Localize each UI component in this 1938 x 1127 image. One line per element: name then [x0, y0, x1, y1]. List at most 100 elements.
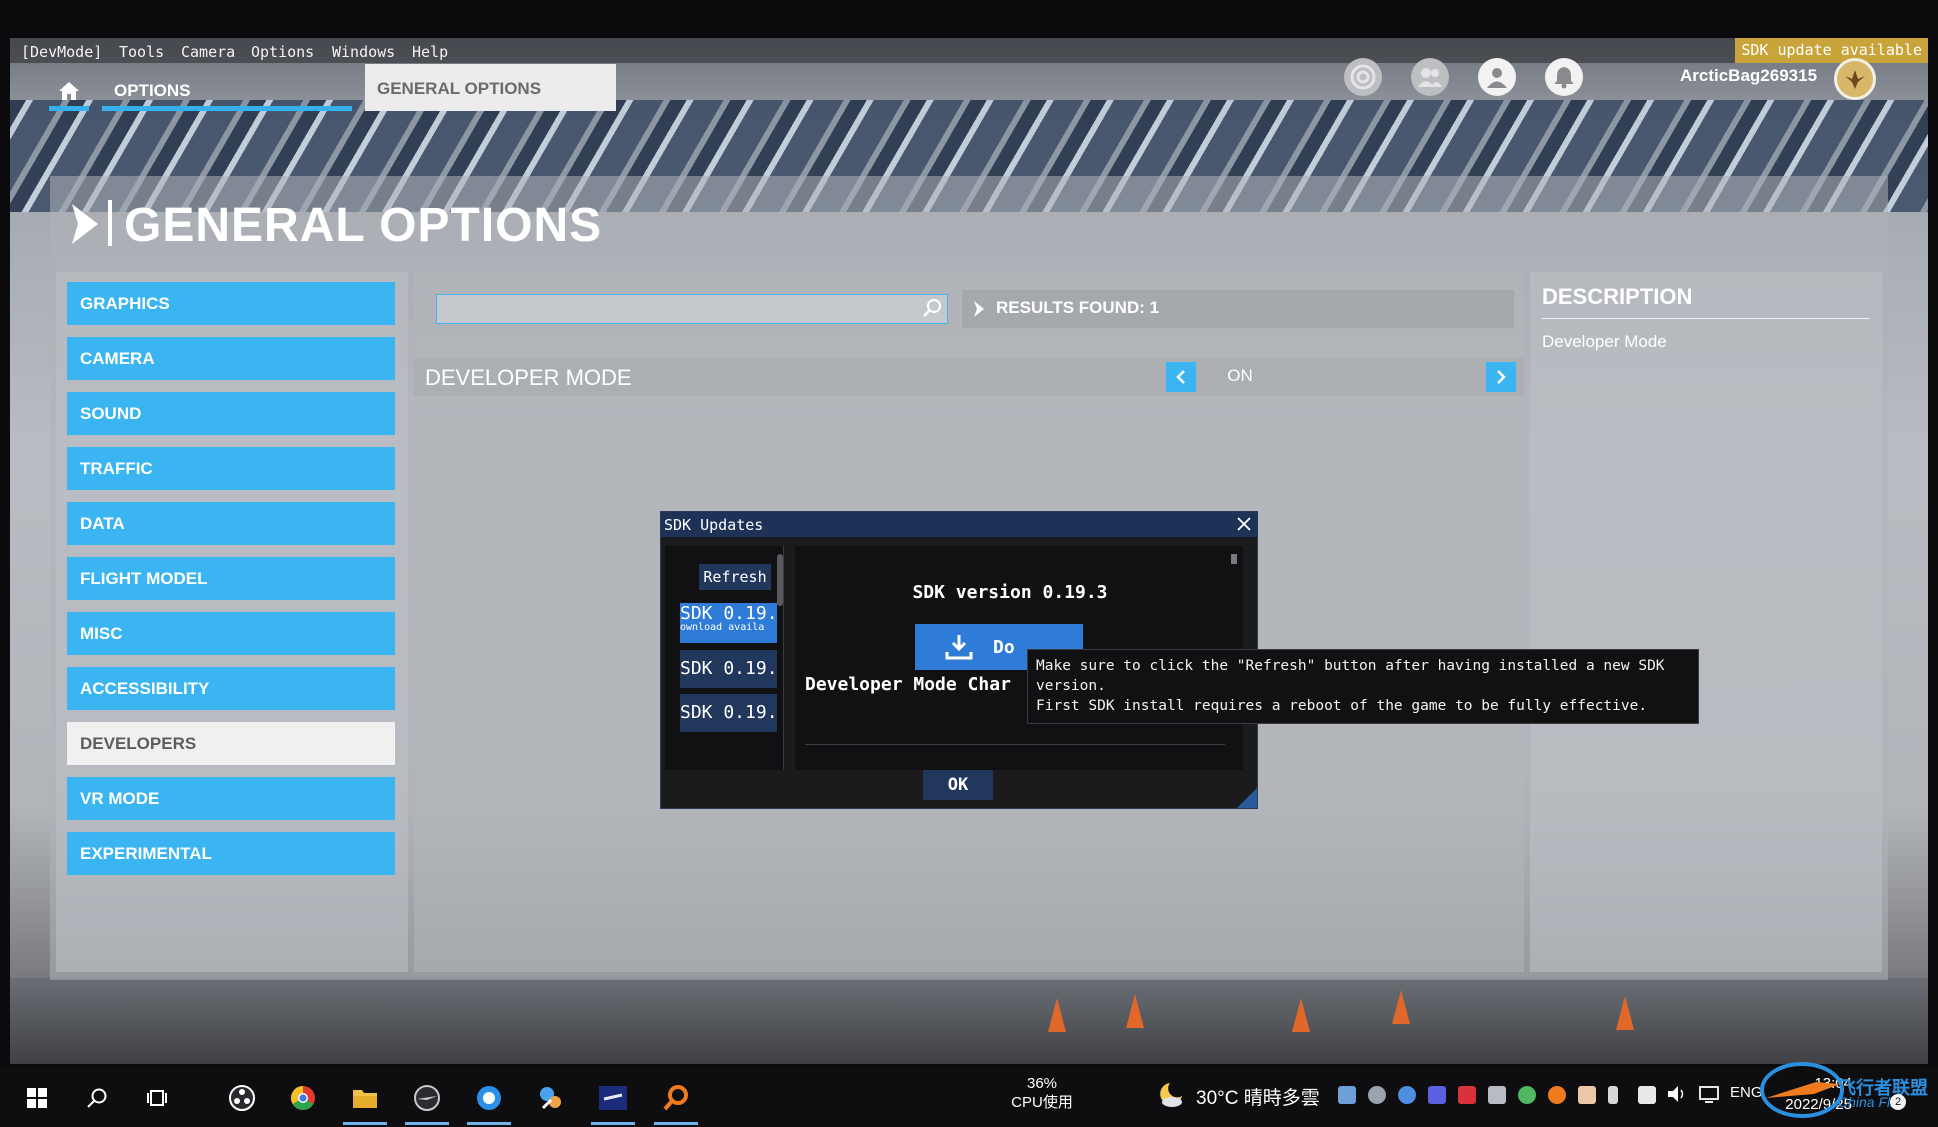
- usb-icon[interactable]: [1608, 1086, 1618, 1104]
- speaker-icon[interactable]: [1666, 1084, 1688, 1104]
- sidebar-item-camera[interactable]: CAMERA: [67, 337, 395, 380]
- sdk-version-label: SDK version 0.19.3: [912, 582, 1108, 603]
- weather-status[interactable]: 30°C 晴時多雲: [1196, 1083, 1320, 1110]
- results-count: RESULTS FOUND: 1: [996, 298, 1160, 317]
- menu-windows[interactable]: Windows: [332, 43, 395, 61]
- sdk-item-label: SDK 0.19.: [680, 603, 777, 624]
- notifications-button[interactable]: [1545, 58, 1583, 96]
- target-icon: [1350, 64, 1376, 90]
- tray-icon[interactable]: [1458, 1086, 1476, 1104]
- taskbar-active-indicator: [467, 1122, 511, 1125]
- friends-button[interactable]: [1411, 58, 1449, 96]
- taskbar-app-chrome[interactable]: [283, 1078, 323, 1118]
- taskbar-search-button[interactable]: [77, 1078, 117, 1118]
- taskbar-app-flightsim[interactable]: [407, 1078, 447, 1118]
- sdk-update-flag[interactable]: SDK update available: [1735, 38, 1928, 63]
- taskbar-active-indicator: [343, 1122, 387, 1125]
- home-underline: [49, 106, 89, 111]
- sidebar-item-vr-mode[interactable]: VR MODE: [67, 777, 395, 820]
- taskbar-app-obs[interactable]: [222, 1078, 262, 1118]
- menu-help[interactable]: Help: [412, 43, 448, 61]
- search-input[interactable]: SEARCH: [436, 294, 948, 324]
- username[interactable]: ArcticBag269315: [1680, 66, 1817, 86]
- moon-cloud-icon[interactable]: [1156, 1080, 1186, 1108]
- tray-icon[interactable]: [1398, 1086, 1416, 1104]
- shield-icon[interactable]: [1638, 1086, 1656, 1104]
- sidebar-item-traffic[interactable]: TRAFFIC: [67, 447, 395, 490]
- chevron-right-icon: [72, 204, 98, 244]
- taskbar-app-everything[interactable]: [656, 1078, 696, 1118]
- menu-camera[interactable]: Camera: [181, 43, 235, 61]
- cpu-label: CPU使用: [1011, 1094, 1073, 1111]
- tray-icon[interactable]: [1578, 1086, 1596, 1104]
- refresh-button[interactable]: Refresh: [699, 564, 771, 590]
- taskbar-app-paint[interactable]: [531, 1078, 571, 1118]
- dev-menu-bar: [DevMode] Tools Camera Options Windows H…: [10, 38, 1928, 63]
- tray-icon[interactable]: [1518, 1086, 1536, 1104]
- taskbar-app-qq[interactable]: [469, 1078, 509, 1118]
- menu-tools[interactable]: Tools: [119, 43, 164, 61]
- content-scrollbar[interactable]: [1231, 554, 1237, 564]
- chevron-right-icon: [1497, 370, 1506, 384]
- tray-icon[interactable]: [1368, 1086, 1386, 1104]
- profile-button[interactable]: [1478, 58, 1516, 96]
- task-view-icon: [147, 1090, 167, 1106]
- tab-options-underline: [102, 106, 352, 111]
- option-next-button[interactable]: [1486, 362, 1516, 392]
- tray-icon[interactable]: [1488, 1086, 1506, 1104]
- sdk-list-item[interactable]: SDK 0.19. ownload availa: [680, 603, 777, 643]
- sidebar-item-flight-model[interactable]: FLIGHT MODEL: [67, 557, 395, 600]
- description-title: DESCRIPTION: [1542, 284, 1693, 309]
- traffic-cone: [1292, 998, 1310, 1032]
- description-panel: [1530, 272, 1882, 972]
- tooltip-line: Make sure to click the "Refresh" button …: [1036, 658, 1665, 674]
- activity-button[interactable]: [1344, 58, 1382, 96]
- eagle-icon: [1845, 70, 1865, 89]
- tray-icon[interactable]: [1338, 1086, 1356, 1104]
- tooltip-line: version.: [1036, 678, 1106, 694]
- sidebar-item-graphics[interactable]: GRAPHICS: [67, 282, 395, 325]
- resize-handle[interactable]: [1237, 788, 1257, 808]
- search-icon[interactable]: [922, 298, 942, 318]
- sidebar-item-experimental[interactable]: EXPERIMENTAL: [67, 832, 395, 875]
- sidebar-item-accessibility[interactable]: ACCESSIBILITY: [67, 667, 395, 710]
- tray-icon[interactable]: [1428, 1086, 1446, 1104]
- paint-icon: [540, 1087, 561, 1110]
- chevron-left-icon: [1176, 370, 1185, 384]
- sidebar-item-data[interactable]: DATA: [67, 502, 395, 545]
- tab-general-options[interactable]: GENERAL OPTIONS: [365, 64, 616, 111]
- avatar[interactable]: [1834, 58, 1876, 100]
- sdk-version-list: Refresh SDK 0.19. ownload availa SDK 0.1…: [665, 546, 784, 770]
- network-icon[interactable]: [1698, 1084, 1720, 1104]
- start-button[interactable]: [17, 1078, 57, 1118]
- task-view-button[interactable]: [137, 1078, 177, 1118]
- taskbar-active-indicator: [591, 1122, 635, 1125]
- page-title: GENERAL OPTIONS: [124, 199, 603, 252]
- taskbar-app-explorer[interactable]: [345, 1078, 385, 1118]
- friends-icon: [1418, 68, 1442, 87]
- sdk-list-item[interactable]: SDK 0.19.: [680, 694, 777, 732]
- traffic-cone: [1126, 994, 1144, 1028]
- download-label: Do: [993, 637, 1015, 658]
- sidebar-item-misc[interactable]: MISC: [67, 612, 395, 655]
- bell-icon: [1554, 67, 1574, 89]
- flight-sim-icon: [414, 1085, 440, 1111]
- home-button[interactable]: [49, 72, 89, 110]
- taskbar-app-sdk[interactable]: [593, 1078, 633, 1118]
- title-divider: [108, 200, 112, 246]
- ok-button[interactable]: OK: [923, 770, 993, 800]
- sidebar-item-sound[interactable]: SOUND: [67, 392, 395, 435]
- list-scrollbar[interactable]: [777, 554, 783, 606]
- tray-icon[interactable]: [1548, 1086, 1566, 1104]
- tab-options[interactable]: OPTIONS: [102, 72, 352, 110]
- traffic-cone: [1392, 990, 1410, 1024]
- option-prev-button[interactable]: [1166, 362, 1196, 392]
- notification-badge[interactable]: 2: [1890, 1094, 1906, 1110]
- menu-devmode[interactable]: [DevMode]: [21, 43, 102, 61]
- close-icon[interactable]: [1235, 515, 1253, 533]
- dialog-title: SDK Updates: [664, 516, 764, 534]
- sidebar-item-developers[interactable]: DEVELOPERS: [67, 722, 395, 765]
- refresh-tooltip: Make sure to click the "Refresh" button …: [1027, 649, 1699, 724]
- menu-options[interactable]: Options: [251, 43, 314, 61]
- sdk-list-item[interactable]: SDK 0.19.: [680, 650, 777, 688]
